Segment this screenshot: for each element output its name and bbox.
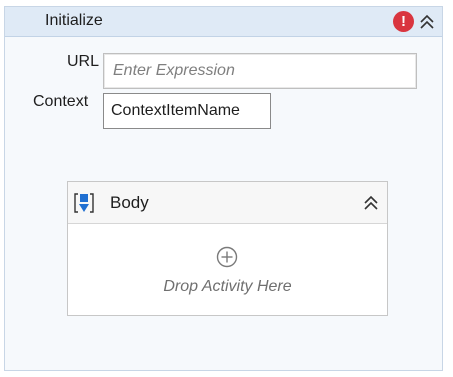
url-label: URL (67, 53, 100, 70)
activity-header[interactable]: Initialize ! (5, 7, 442, 37)
error-icon[interactable]: ! (393, 11, 414, 32)
url-input[interactable] (103, 53, 417, 89)
plus-circle-icon[interactable] (216, 246, 238, 268)
context-field[interactable]: ContextItemName (103, 93, 271, 129)
collapse-icon[interactable] (419, 14, 435, 30)
sequence-icon (73, 192, 95, 214)
body-collapse-icon[interactable] (363, 195, 379, 211)
body-header[interactable]: Body (68, 182, 387, 224)
body-sequence[interactable]: Body Drop Activity Here (67, 181, 388, 316)
body-title: Body (110, 193, 149, 212)
context-label: Context (33, 93, 89, 110)
activity-title: Initialize (45, 12, 103, 29)
initialize-activity[interactable]: Initialize ! URL Context ContextItemName… (4, 6, 443, 371)
drop-activity-hint: Drop Activity Here (163, 278, 292, 295)
